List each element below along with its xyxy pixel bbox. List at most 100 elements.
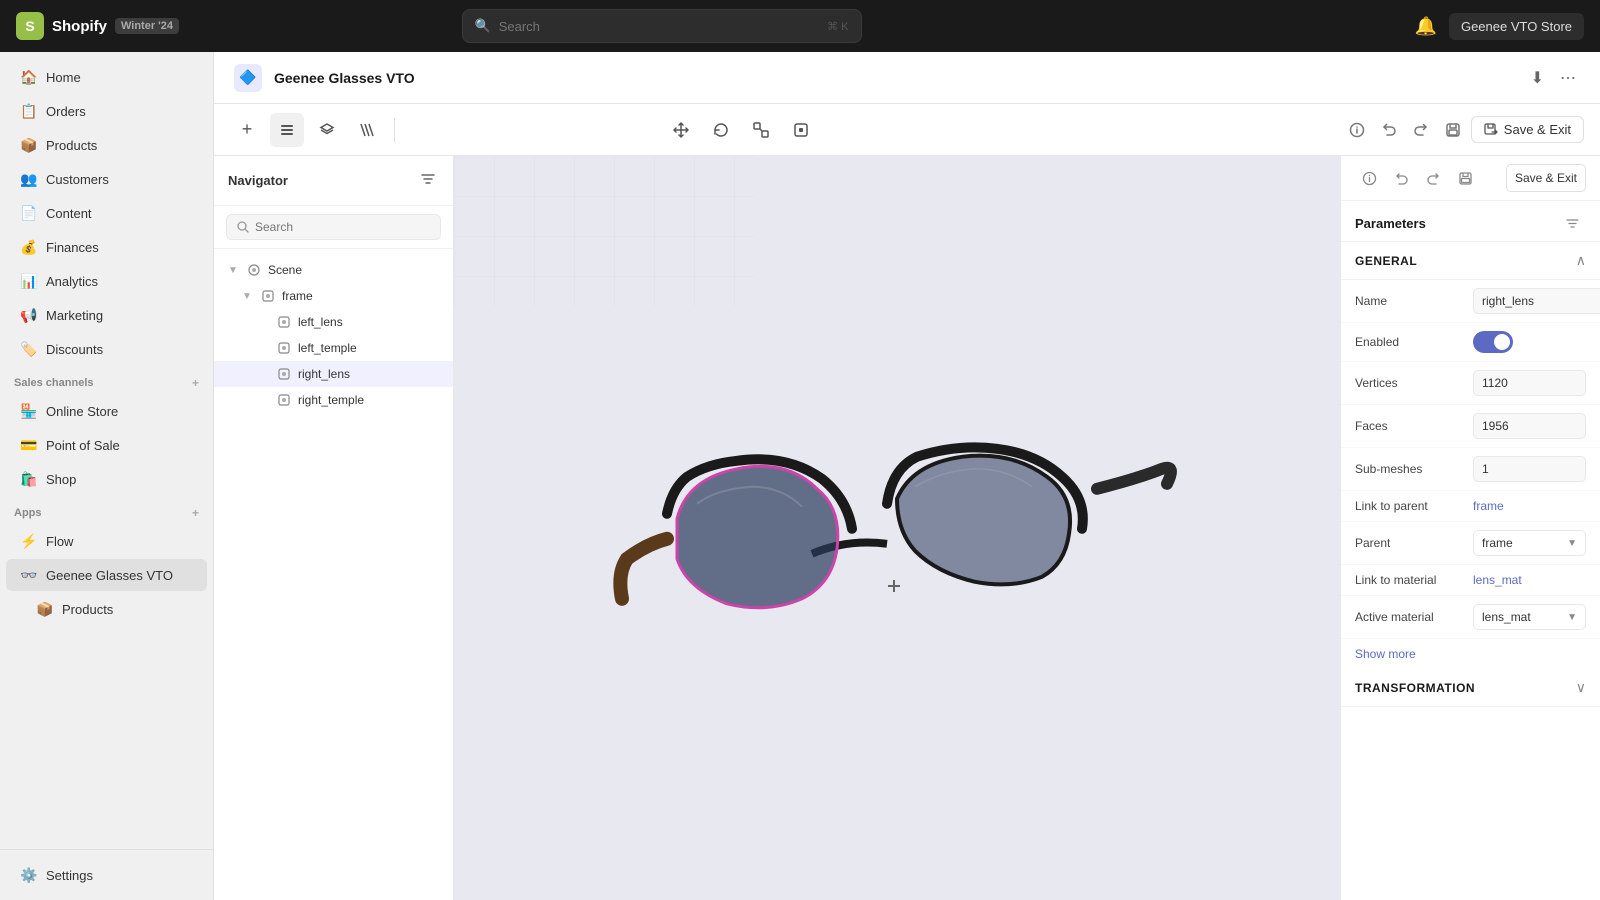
- params-filter-button[interactable]: [1558, 209, 1586, 237]
- tree-item-left-temple[interactable]: ▶ left_temple: [214, 335, 453, 361]
- sidebar-item-online-store[interactable]: 🏪 Online Store: [6, 395, 207, 427]
- add-button[interactable]: +: [230, 113, 264, 147]
- sidebar-item-shop[interactable]: 🛍️ Shop: [6, 463, 207, 495]
- finances-icon: 💰: [20, 238, 38, 256]
- param-link-material-label: Link to material: [1355, 573, 1465, 587]
- search-field[interactable]: [226, 214, 441, 240]
- param-enabled-label: Enabled: [1355, 335, 1465, 349]
- param-active-material-select[interactable]: lens_mat ▼: [1473, 604, 1586, 630]
- sidebar-item-products-sub[interactable]: 📦 Products: [6, 593, 207, 625]
- params-save-exit-button[interactable]: Save & Exit: [1506, 164, 1586, 192]
- transformation-section-header[interactable]: TRANSFORMATION ∨: [1341, 669, 1600, 707]
- viewport[interactable]: [454, 156, 1340, 900]
- params-right-buttons: Save & Exit: [1506, 164, 1586, 192]
- sidebar-item-geenee[interactable]: 👓 Geenee Glasses VTO: [6, 559, 207, 591]
- undo-button[interactable]: [1375, 116, 1403, 144]
- sidebar-item-finances[interactable]: 💰 Finances: [6, 231, 207, 263]
- apps-expand-icon: +: [192, 506, 199, 520]
- scale-icon: [752, 121, 770, 139]
- sidebar-item-products[interactable]: 📦 Products: [6, 129, 207, 161]
- store-button[interactable]: Geenee VTO Store: [1449, 13, 1584, 40]
- rotate-tool-button[interactable]: [704, 113, 738, 147]
- param-link-parent-row: Link to parent frame: [1341, 491, 1600, 522]
- param-link-parent-value[interactable]: frame: [1473, 499, 1586, 513]
- topbar-right: 🔔 Geenee VTO Store: [1415, 13, 1584, 40]
- params-undo-button[interactable]: [1387, 164, 1415, 192]
- app-header-icon: 🔷: [234, 64, 262, 92]
- panel-header: Navigator: [214, 156, 453, 206]
- transform-tool-button[interactable]: [784, 113, 818, 147]
- layers-button[interactable]: [310, 113, 344, 147]
- tree-item-label: left_temple: [298, 341, 439, 355]
- shop-icon: 🛍️: [20, 470, 38, 488]
- rotate-icon: [712, 121, 730, 139]
- info-button[interactable]: [1343, 116, 1371, 144]
- shopify-logo: S Shopify Winter '24: [16, 12, 179, 40]
- save-exit-button[interactable]: Save & Exit: [1471, 116, 1584, 143]
- save-exit-icon: [1484, 123, 1498, 137]
- sidebar-item-label: Settings: [46, 868, 93, 883]
- param-submeshes-row: Sub-meshes 1: [1341, 448, 1600, 491]
- scale-tool-button[interactable]: [744, 113, 778, 147]
- tree-item-left-lens[interactable]: ▶ left_lens: [214, 309, 453, 335]
- tree-item-right-lens[interactable]: ▶ right_lens: [214, 361, 453, 387]
- shader-button[interactable]: [350, 113, 384, 147]
- search-input[interactable]: [499, 19, 819, 34]
- sidebar-item-orders[interactable]: 📋 Orders: [6, 95, 207, 127]
- tree-item-label: Scene: [268, 263, 439, 277]
- tree-item-right-temple[interactable]: ▶ right_temple: [214, 387, 453, 413]
- undo-icon: [1394, 171, 1409, 186]
- geenee-icon: 👓: [20, 566, 38, 584]
- sidebar-item-label: Shop: [46, 472, 76, 487]
- tree-item-scene[interactable]: ▼ Scene: [214, 257, 453, 283]
- sidebar-item-label: Analytics: [46, 274, 98, 289]
- sidebar-item-label: Finances: [46, 240, 99, 255]
- sidebar-item-marketing[interactable]: 📢 Marketing: [6, 299, 207, 331]
- more-options-button[interactable]: ⋯: [1556, 64, 1580, 92]
- list-view-button[interactable]: [270, 113, 304, 147]
- search-bar[interactable]: 🔍 ⌘ K: [462, 9, 862, 43]
- sidebar-item-customers[interactable]: 👥 Customers: [6, 163, 207, 195]
- sidebar-item-content[interactable]: 📄 Content: [6, 197, 207, 229]
- params-save-button[interactable]: [1451, 164, 1479, 192]
- notifications-button[interactable]: 🔔: [1415, 16, 1437, 37]
- toolbar-separator: [394, 118, 395, 142]
- move-tool-button[interactable]: [664, 113, 698, 147]
- general-section-header[interactable]: GENERAL ∧: [1341, 242, 1600, 280]
- redo-button[interactable]: [1407, 116, 1435, 144]
- enabled-toggle[interactable]: [1473, 331, 1513, 353]
- app-header-title: Geenee Glasses VTO: [274, 70, 415, 86]
- tree-items: ▼ Scene ▼ frame: [214, 249, 453, 900]
- param-vertices-row: Vertices 1120: [1341, 362, 1600, 405]
- param-parent-label: Parent: [1355, 536, 1465, 550]
- sidebar-item-label: Home: [46, 70, 81, 85]
- sidebar-item-settings[interactable]: ⚙️ Settings: [6, 859, 207, 891]
- params-info-button[interactable]: [1355, 164, 1383, 192]
- info-icon: [1362, 171, 1377, 186]
- tree-item-frame[interactable]: ▼ frame: [214, 283, 453, 309]
- panel-search: [214, 206, 453, 249]
- param-parent-select[interactable]: frame ▼: [1473, 530, 1586, 556]
- sidebar-item-flow[interactable]: ⚡ Flow: [6, 525, 207, 557]
- save-button[interactable]: [1439, 116, 1467, 144]
- sidebar-item-discounts[interactable]: 🏷️ Discounts: [6, 333, 207, 365]
- param-faces-row: Faces 1956: [1341, 405, 1600, 448]
- show-more-button[interactable]: Show more: [1341, 639, 1600, 669]
- params-redo-button[interactable]: [1419, 164, 1447, 192]
- sidebar-item-label: Customers: [46, 172, 109, 187]
- param-submeshes-value: 1: [1473, 456, 1586, 482]
- layers-icon: [319, 122, 335, 138]
- filter-icon: [1566, 217, 1579, 230]
- panel-title: Navigator: [228, 173, 288, 188]
- save-icon: [1445, 122, 1461, 138]
- expand-icon: ∨: [1576, 679, 1586, 696]
- navigator-search-input[interactable]: [255, 220, 430, 234]
- param-link-material-value[interactable]: lens_mat: [1473, 573, 1586, 587]
- params-header-row: Parameters: [1341, 201, 1600, 242]
- navigator-filter-button[interactable]: [417, 168, 439, 193]
- param-name-input[interactable]: [1473, 288, 1600, 314]
- sidebar-item-point-of-sale[interactable]: 💳 Point of Sale: [6, 429, 207, 461]
- sidebar-item-analytics[interactable]: 📊 Analytics: [6, 265, 207, 297]
- download-button[interactable]: ⬇: [1527, 64, 1548, 92]
- sidebar-item-home[interactable]: 🏠 Home: [6, 61, 207, 93]
